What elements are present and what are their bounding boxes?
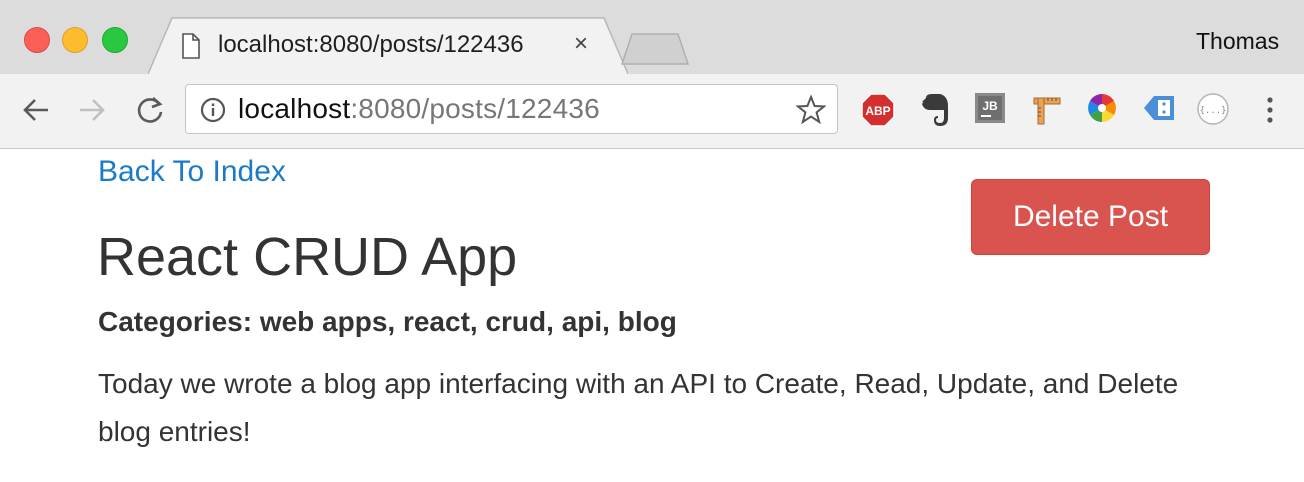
- profile-name[interactable]: Thomas: [1196, 28, 1279, 55]
- back-arrow-icon[interactable]: [20, 94, 52, 126]
- info-icon[interactable]: [200, 97, 226, 123]
- menu-dots-icon[interactable]: [1260, 95, 1280, 125]
- address-url: localhost:8080/posts/122436: [238, 93, 600, 125]
- json-viewer-icon[interactable]: {...}: [1196, 92, 1230, 126]
- jetbrains-icon[interactable]: JB: [974, 92, 1006, 124]
- adblock-plus-icon[interactable]: ABP: [860, 92, 896, 128]
- color-picker-icon[interactable]: [1086, 92, 1118, 124]
- tag-extension-icon[interactable]: [1142, 92, 1176, 124]
- page-icon: [182, 33, 200, 59]
- bookmark-star-icon[interactable]: [796, 95, 826, 125]
- jetbrains-label: JB: [982, 99, 998, 113]
- back-to-index-link[interactable]: Back To Index: [98, 155, 286, 189]
- delete-post-button[interactable]: Delete Post: [971, 179, 1210, 255]
- json-viewer-label: {...}: [1199, 106, 1226, 116]
- adblock-label: ABP: [865, 104, 890, 118]
- reload-icon[interactable]: [134, 94, 166, 126]
- tab-title: localhost:8080/posts/122436: [218, 31, 524, 58]
- minimize-window-button[interactable]: [62, 27, 88, 53]
- post-content: Today we wrote a blog app interfacing wi…: [98, 368, 1179, 447]
- tab-close-button[interactable]: ×: [574, 31, 588, 57]
- post-title: React CRUD App: [97, 227, 518, 287]
- zoom-window-button[interactable]: [102, 27, 128, 53]
- forward-arrow-icon[interactable]: [76, 94, 108, 126]
- close-window-button[interactable]: [24, 27, 50, 53]
- new-tab-button[interactable]: [620, 32, 690, 66]
- url-host: localhost: [238, 93, 351, 124]
- ruler-icon[interactable]: [1030, 92, 1064, 126]
- post-categories: Categories: web apps, react, crud, api, …: [98, 306, 677, 337]
- url-path: :8080/posts/122436: [350, 93, 600, 124]
- evernote-icon[interactable]: [918, 92, 952, 128]
